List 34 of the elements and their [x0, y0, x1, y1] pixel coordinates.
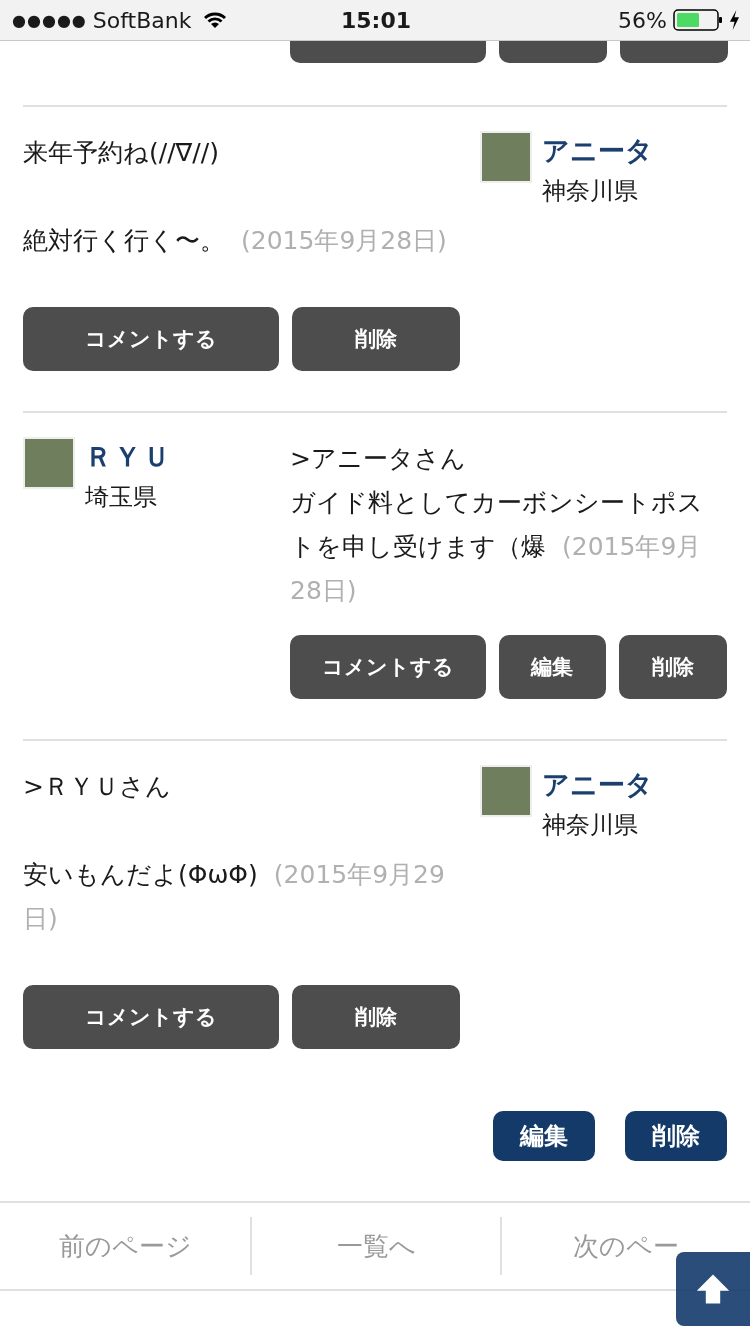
partial-button[interactable] — [499, 41, 607, 63]
author-name[interactable]: ＲＹＵ — [85, 437, 172, 477]
comment-text: 来年予約ね(//∇//) — [23, 137, 220, 169]
avatar-photo[interactable] — [480, 765, 532, 817]
back-to-top-button[interactable] — [676, 1252, 750, 1326]
author-location: 埼玉県 — [85, 482, 157, 513]
clock-time: 15:01 — [341, 7, 411, 33]
avatar-photo[interactable] — [480, 131, 532, 183]
wifi-icon — [203, 11, 228, 29]
comment-action-button[interactable]: 削除 — [292, 985, 460, 1049]
battery-percent: 56% — [618, 7, 667, 33]
carrier-name: SoftBank — [92, 7, 192, 33]
post-action-button[interactable]: 編集 — [493, 1111, 595, 1161]
comment-text: >ＲＹＵさん — [23, 771, 172, 803]
comment-text: >アニータさん — [290, 443, 467, 475]
comment-action-button[interactable]: 削除 — [619, 635, 727, 699]
comment-text: 安いもんだよ(ΦωΦ) (2015年9月29日) — [23, 859, 446, 935]
author-name[interactable]: アニータ — [542, 765, 653, 805]
avatar-photo[interactable] — [23, 437, 75, 489]
signal-dots: ●●●●● — [12, 10, 87, 30]
comment-action-button[interactable]: コメントする — [23, 307, 279, 371]
comment-action-button[interactable]: コメントする — [290, 635, 486, 699]
comment-action-button[interactable]: 削除 — [292, 307, 460, 371]
author-location: 神奈川県 — [542, 176, 638, 207]
comment-action-button[interactable]: コメントする — [23, 985, 279, 1049]
battery-icon — [673, 8, 723, 32]
author-name[interactable]: アニータ — [542, 131, 653, 171]
charging-bolt-icon — [729, 10, 740, 30]
author-location: 神奈川県 — [542, 810, 638, 841]
post-action-button[interactable]: 削除 — [625, 1111, 727, 1161]
partial-button[interactable] — [620, 41, 728, 63]
comment-text: ガイド料としてカーボンシートポストを申し受けます（爆 (2015年9月28日) — [290, 487, 704, 607]
comment-action-button[interactable]: 編集 — [498, 635, 607, 699]
comment-text: 絶対行く行く〜。 (2015年9月28日) — [23, 225, 448, 257]
